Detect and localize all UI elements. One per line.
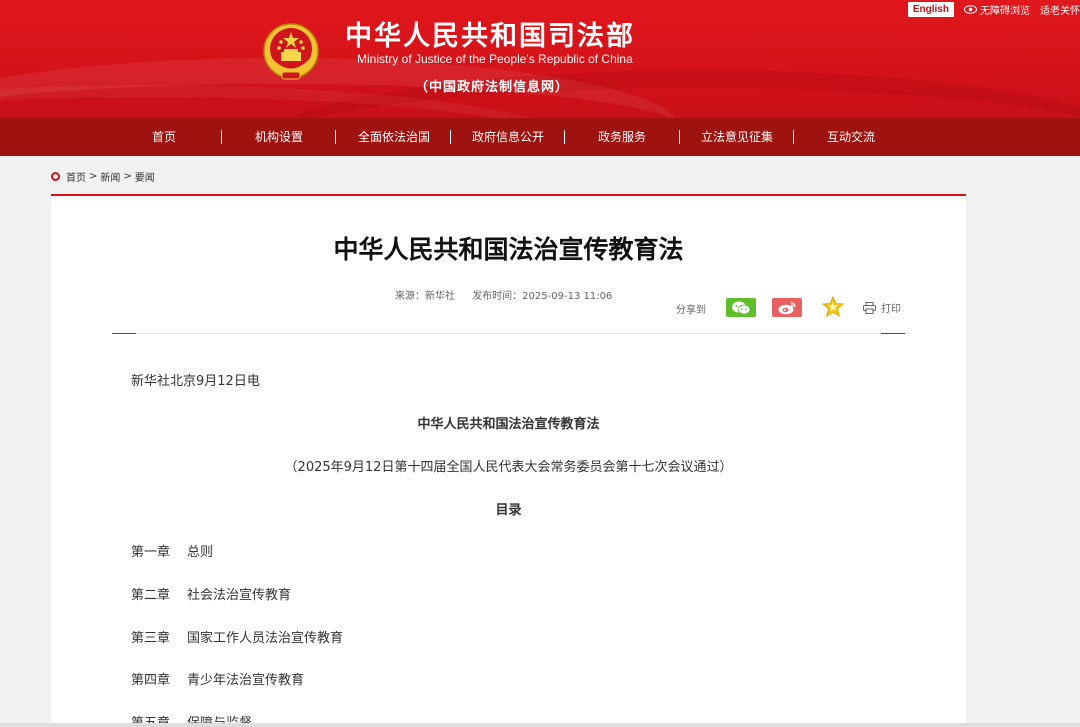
chapter-number: 第二章 xyxy=(131,588,171,603)
toc-item: 第一章 总则 xyxy=(131,541,213,560)
chapter-number: 第四章 xyxy=(131,673,171,688)
law-title: 中华人民共和国法治宣传教育法 xyxy=(417,417,600,432)
article-title: 中华人民共和国法治宣传教育法 xyxy=(333,235,684,264)
dateline: 新华社北京9月12日电 xyxy=(131,374,260,389)
article-source: 来源：新华社 xyxy=(395,291,455,302)
share-wechat-button[interactable] xyxy=(726,298,756,317)
nav-item-organization[interactable]: 机构设置 xyxy=(236,118,322,156)
chapter-name: 总则 xyxy=(187,545,214,560)
toc-item: 第四章 青少年法治宣传教育 xyxy=(131,669,304,688)
breadcrumb: 首页 > 新闻 > 要闻 xyxy=(51,169,155,184)
site-subtitle-chinese: （中国政府法制信息网） xyxy=(415,80,570,95)
chapter-number: 第一章 xyxy=(131,545,171,560)
site-title[interactable]: 中华人民共和国司法部 xyxy=(345,14,635,53)
printer-icon xyxy=(863,301,876,314)
nav-separator xyxy=(679,130,680,144)
toc-item: 第二章 社会法治宣传教育 xyxy=(131,584,291,603)
wechat-icon xyxy=(732,301,751,314)
print-button[interactable]: 打印 xyxy=(863,300,901,315)
nav-separator xyxy=(450,130,451,144)
share-weibo-button[interactable] xyxy=(772,298,802,317)
nav-item-home[interactable]: 首页 xyxy=(128,118,200,156)
article-divider xyxy=(112,333,905,334)
nav-separator xyxy=(793,130,794,144)
print-label: 打印 xyxy=(881,304,901,315)
chapter-name: 青少年法治宣传教育 xyxy=(187,673,305,688)
breadcrumb-separator: > xyxy=(89,171,98,182)
nav-separator xyxy=(221,130,222,144)
nav-separator xyxy=(564,130,565,144)
nav-item-rule-of-law[interactable]: 全面依法治国 xyxy=(348,118,440,156)
toc-heading: 目录 xyxy=(495,503,522,518)
breadcrumb-home[interactable]: 首页 xyxy=(66,169,86,184)
eye-icon xyxy=(964,4,977,14)
location-dot-icon xyxy=(51,172,60,181)
chapter-name: 社会法治宣传教育 xyxy=(187,588,292,603)
breadcrumb-separator: > xyxy=(123,171,132,182)
article-card: 中华人民共和国法治宣传教育法 来源：新华社 发布时间：2025-09-13 11… xyxy=(51,194,966,727)
site-subtitle-english: Ministry of Justice of the People's Repu… xyxy=(357,52,633,66)
weibo-icon xyxy=(778,301,796,314)
main-nav: 首页 机构设置 全面依法治国 政府信息公开 政务服务 立法意见征集 互动交流 xyxy=(0,118,1080,156)
nav-item-info-disclosure[interactable]: 政府信息公开 xyxy=(462,118,554,156)
accessible-browsing-label: 无障碍浏览 xyxy=(980,5,1030,17)
site-header: 中华人民共和国司法部 Ministry of Justice of the Pe… xyxy=(0,0,1080,118)
top-utility-links: English 无障碍浏览 适老关怀 xyxy=(907,0,1080,18)
breadcrumb-news[interactable]: 新闻 xyxy=(100,169,120,184)
nav-item-gov-services[interactable]: 政务服务 xyxy=(578,118,666,156)
nav-item-interaction[interactable]: 互动交流 xyxy=(808,118,894,156)
nav-item-legislation-feedback[interactable]: 立法意见征集 xyxy=(690,118,784,156)
national-emblem-icon[interactable] xyxy=(262,22,320,84)
breadcrumb-headlines[interactable]: 要闻 xyxy=(135,169,155,184)
article-meta: 来源：新华社 发布时间：2025-09-13 11:06 xyxy=(395,287,626,302)
horizontal-scrollbar[interactable] xyxy=(0,723,1080,727)
toc-item: 第三章 国家工作人员法治宣传教育 xyxy=(131,627,343,646)
law-adoption-note: （2025年9月12日第十四届全国人民代表大会常务委员会第十七次会议通过） xyxy=(284,460,733,475)
chapter-number: 第三章 xyxy=(131,631,171,646)
accessible-browsing-link[interactable]: 无障碍浏览 xyxy=(964,2,1030,17)
article-publish-time: 发布时间：2025-09-13 11:06 xyxy=(472,291,613,302)
chapter-name: 国家工作人员法治宣传教育 xyxy=(187,631,344,646)
share-label: 分享到 xyxy=(676,305,706,316)
elderly-care-link[interactable]: 适老关怀 xyxy=(1040,2,1080,17)
favorite-star-icon[interactable] xyxy=(822,296,844,317)
english-button[interactable]: English xyxy=(907,1,954,17)
nav-separator xyxy=(335,130,336,144)
